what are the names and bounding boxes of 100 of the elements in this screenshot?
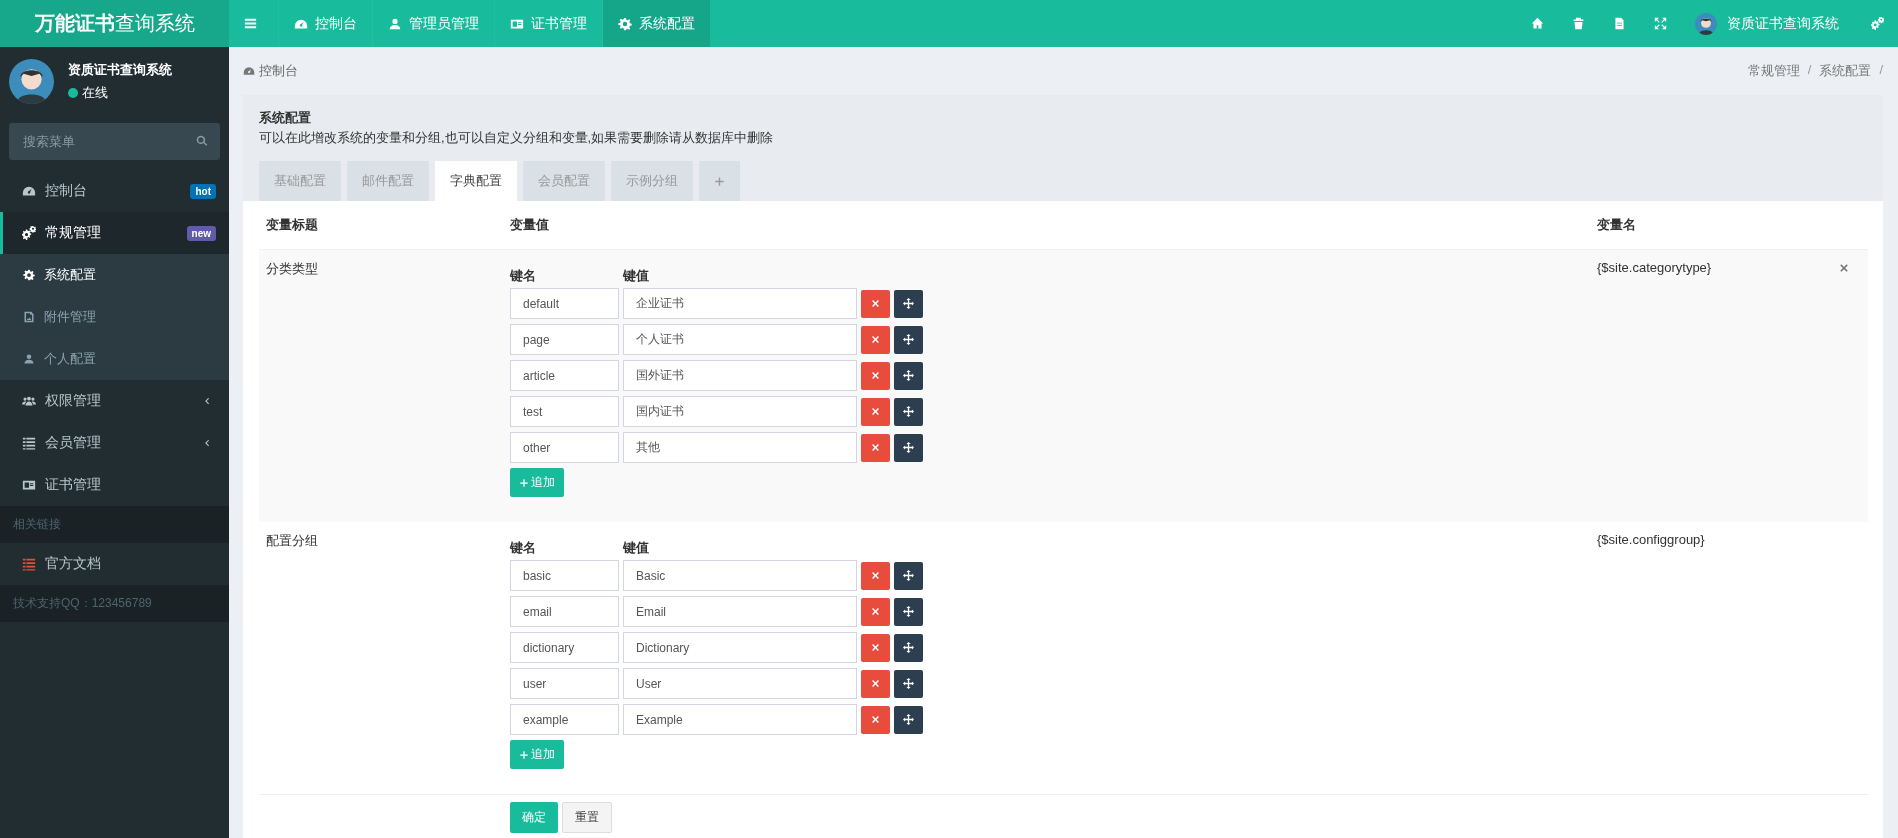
delete-button[interactable] [861, 561, 890, 590]
key-input[interactable]: user [510, 668, 619, 699]
value-input[interactable]: 其他 [623, 432, 857, 463]
menu-icon [22, 226, 36, 240]
menu-icon [23, 311, 35, 323]
submenu-item[interactable]: 附件管理 [0, 296, 229, 338]
remove-icon[interactable] [1838, 262, 1850, 274]
breadcrumb-link[interactable]: 系统配置 [1819, 62, 1872, 80]
menu-icon [22, 436, 36, 450]
menu-item[interactable]: 官方文档 [0, 543, 229, 585]
delete-button[interactable] [861, 397, 890, 426]
settings-icon[interactable] [1871, 17, 1884, 30]
nav-icon [618, 16, 632, 31]
breadcrumb-separator: / [1879, 62, 1883, 79]
column-header: 变量名 [1597, 216, 1637, 234]
document-icon[interactable] [1613, 17, 1626, 30]
drag-button[interactable] [894, 669, 923, 698]
drag-button[interactable] [894, 633, 923, 662]
search-icon[interactable] [196, 135, 208, 147]
avatar[interactable] [1695, 12, 1717, 35]
delete-button[interactable] [861, 361, 890, 390]
move-arrows-icon [903, 570, 914, 581]
fullscreen-icon[interactable] [1654, 17, 1667, 30]
value-input[interactable]: User [623, 668, 857, 699]
move-arrows-icon [903, 406, 914, 417]
key-input[interactable]: page [510, 324, 619, 355]
drag-button[interactable] [894, 289, 923, 318]
menu-badge: new [186, 225, 216, 241]
value-input[interactable]: 国内证书 [623, 396, 857, 427]
menu-item[interactable]: 证书管理 [0, 464, 229, 506]
submenu-item[interactable]: 系统配置 [0, 254, 229, 296]
panel-title: 系统配置 [259, 109, 312, 127]
menu-icon [22, 478, 36, 492]
move-arrows-icon [903, 714, 914, 725]
key-input[interactable]: test [510, 396, 619, 427]
plus-icon [519, 477, 529, 488]
support-text: 技术支持QQ：123456789 [0, 585, 229, 622]
value-input[interactable]: Dictionary [623, 632, 857, 663]
key-input[interactable]: article [510, 360, 619, 391]
delete-button[interactable] [861, 289, 890, 318]
breadcrumb-separator: / [1807, 62, 1812, 79]
value-input[interactable]: 国外证书 [623, 360, 857, 391]
menu-item[interactable]: 会员管理 [0, 422, 229, 464]
breadcrumb-link[interactable]: 常规管理 [1747, 62, 1800, 80]
drag-button[interactable] [894, 561, 923, 590]
value-header: 键值 [623, 539, 649, 557]
value-input[interactable]: Example [623, 704, 857, 735]
move-arrows-icon [903, 334, 914, 345]
key-header: 键名 [510, 267, 537, 285]
delete-button[interactable] [861, 433, 890, 462]
submenu-item[interactable]: 个人配置 [0, 338, 229, 380]
delete-button[interactable] [861, 325, 890, 354]
close-icon [870, 570, 881, 581]
trash-icon[interactable] [1572, 17, 1585, 30]
drag-button[interactable] [894, 433, 923, 462]
drag-button[interactable] [894, 705, 923, 734]
drag-button[interactable] [894, 361, 923, 390]
reset-button[interactable]: 重置 [562, 802, 612, 833]
key-input[interactable]: example [510, 704, 619, 735]
key-input[interactable]: email [510, 596, 619, 627]
delete-button[interactable] [861, 597, 890, 626]
menu-icon [22, 394, 36, 408]
menu-icon [22, 184, 36, 198]
value-input[interactable]: Basic [623, 560, 857, 591]
move-arrows-icon [903, 298, 914, 309]
menu-icon [22, 557, 36, 571]
menu-item[interactable]: 常规管理 new [0, 212, 229, 254]
menu-item[interactable]: 控制台 hot [0, 170, 229, 212]
config-tab[interactable]: 字典配置 [435, 161, 517, 201]
home-icon[interactable] [1531, 17, 1544, 30]
close-icon [870, 442, 881, 453]
drag-button[interactable] [894, 597, 923, 626]
nav-icon [388, 16, 402, 31]
value-input[interactable]: 企业证书 [623, 288, 857, 319]
gauge-icon [243, 65, 255, 77]
key-input[interactable]: dictionary [510, 632, 619, 663]
column-header: 变量值 [510, 216, 550, 234]
key-input[interactable]: other [510, 432, 619, 463]
move-arrows-icon [903, 370, 914, 381]
key-input[interactable]: basic [510, 560, 619, 591]
key-header: 键名 [510, 539, 537, 557]
search-field[interactable]: 搜索菜单 [9, 123, 220, 160]
user-name: 资质证书查询系统 [68, 60, 172, 79]
delete-button[interactable] [861, 669, 890, 698]
value-input[interactable]: Email [623, 596, 857, 627]
delete-button[interactable] [861, 633, 890, 662]
menu-item[interactable]: 权限管理 [0, 380, 229, 422]
key-input[interactable]: default [510, 288, 619, 319]
close-icon [870, 714, 881, 725]
close-icon [870, 642, 881, 653]
value-input[interactable]: 个人证书 [623, 324, 857, 355]
move-arrows-icon [903, 606, 914, 617]
close-icon [870, 370, 881, 381]
avatar [9, 58, 54, 104]
drag-button[interactable] [894, 397, 923, 426]
drag-button[interactable] [894, 325, 923, 354]
close-icon [870, 406, 881, 417]
value-header: 键值 [623, 267, 649, 285]
delete-button[interactable] [861, 705, 890, 734]
plus-icon [519, 749, 529, 760]
